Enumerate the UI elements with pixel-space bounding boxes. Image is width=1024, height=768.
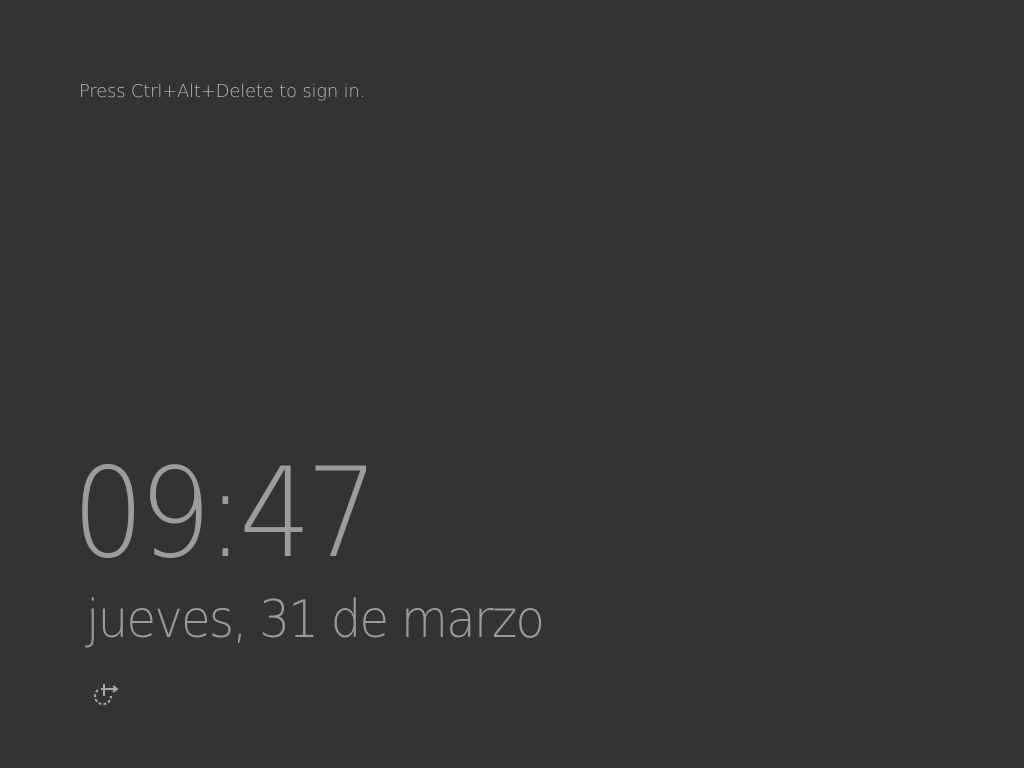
ease-of-access-icon [94,684,119,706]
lock-screen[interactable]: Press Ctrl+Alt+Delete to sign in. 09:47 … [0,0,1024,768]
ease-of-access-button[interactable] [89,680,119,710]
clock-date: jueves, 31 de marzo [86,590,545,650]
clock-time: 09:47 [72,442,379,586]
sign-in-hint: Press Ctrl+Alt+Delete to sign in. [79,81,366,102]
